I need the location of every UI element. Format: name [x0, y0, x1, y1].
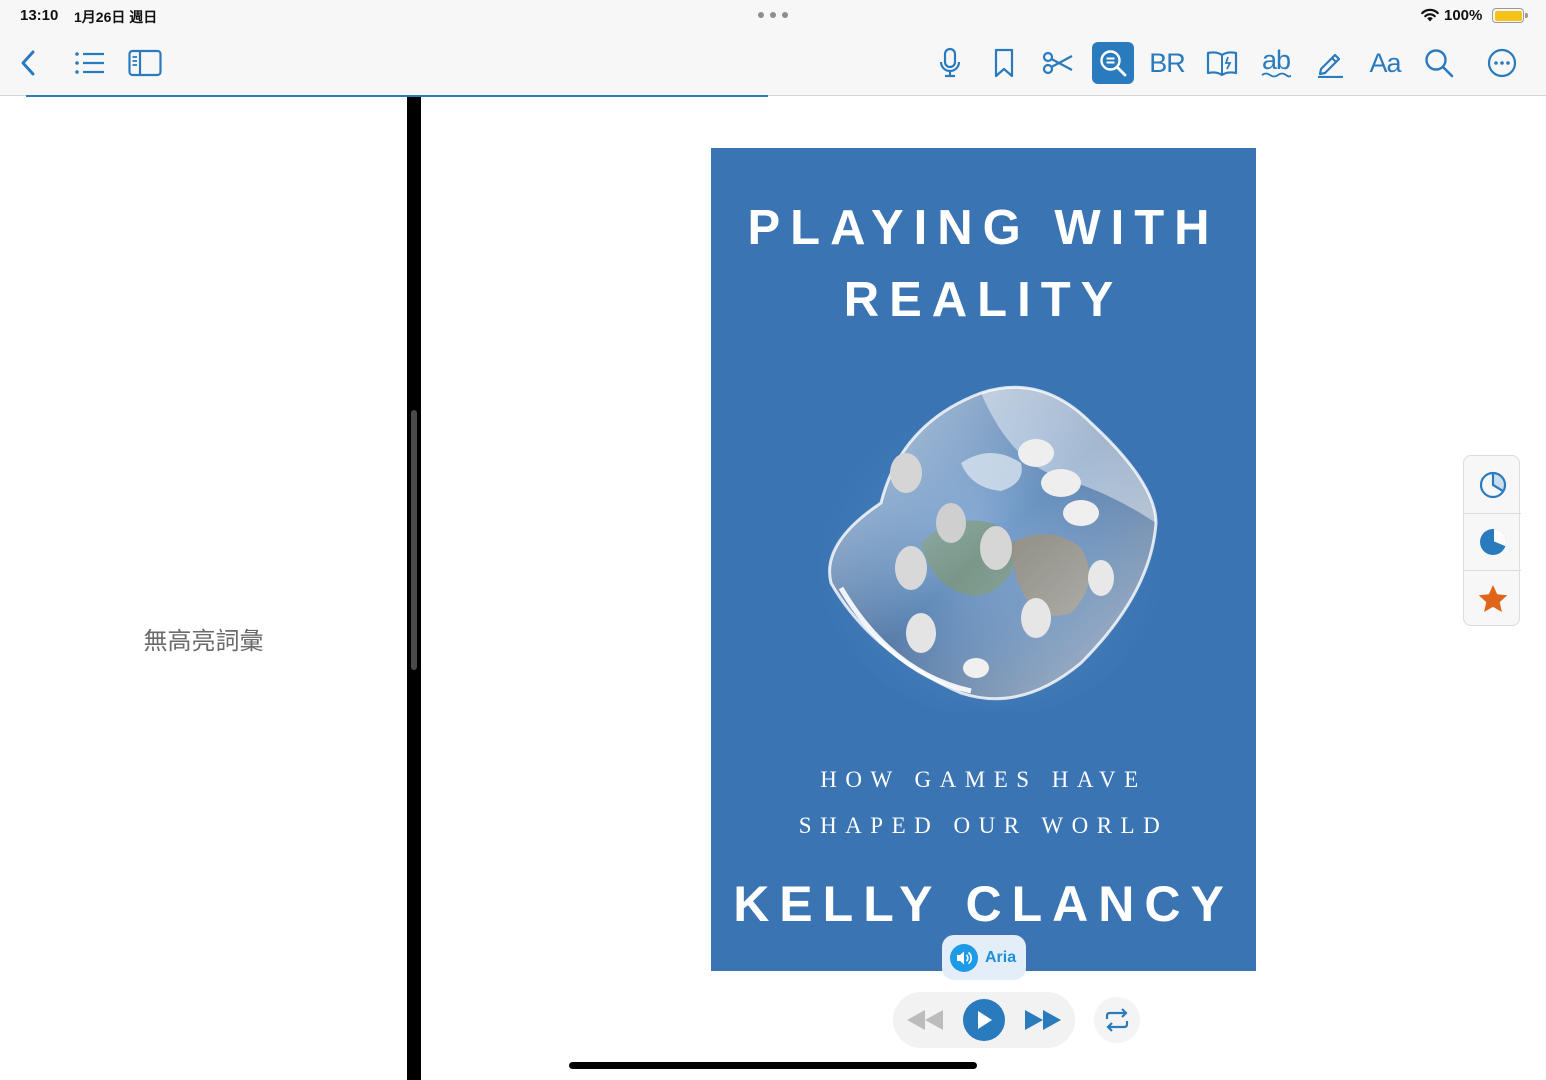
zoom-search-icon: [1100, 50, 1127, 77]
reader-app: 13:10 1月26日 週日 100% BR ab Aa 無高亮詞彙 PLAYI…: [0, 0, 1546, 1080]
book-cover-page[interactable]: PLAYING WITH REALITY HOW GAMES HAVE SHAP…: [711, 148, 1256, 971]
chevron-left-icon: [21, 50, 35, 76]
multitasking-dots-icon[interactable]: [758, 8, 788, 22]
rewind-button[interactable]: [905, 1006, 945, 1039]
book-subtitle-line2: SHAPED OUR WORLD: [798, 813, 1169, 838]
more-icon: [1487, 48, 1517, 78]
font-settings-icon: Aa: [1369, 47, 1401, 78]
highlighter-button[interactable]: [1309, 42, 1351, 84]
fast-forward-button[interactable]: [1023, 1006, 1063, 1039]
pie-chart-filled-icon: [1479, 529, 1506, 555]
search-icon: [1425, 49, 1454, 78]
tts-player-controls: [893, 992, 1075, 1048]
highlighter-icon: [1318, 53, 1343, 78]
back-button[interactable]: [8, 42, 50, 84]
search-button[interactable]: [1418, 42, 1460, 84]
status-time: 13:10: [20, 7, 59, 24]
wifi-icon: [1421, 8, 1439, 22]
tts-voice-button[interactable]: Aria: [942, 935, 1026, 980]
clip-button[interactable]: [1037, 42, 1079, 84]
bionic-reading-button[interactable]: BR: [1146, 42, 1188, 84]
sidebar-icon: [128, 49, 162, 77]
rewind-icon: [907, 1010, 943, 1030]
tts-voice-label: Aria: [985, 948, 1017, 966]
zoom-search-button[interactable]: [1092, 42, 1134, 84]
bionic-reading-icon: BR: [1149, 47, 1186, 78]
book-author: KELLY CLANCY: [733, 876, 1234, 932]
battery-percentage: 100%: [1444, 7, 1483, 24]
list-icon: [75, 52, 104, 74]
highlights-panel: 無高亮詞彙: [0, 97, 407, 1080]
repeat-button[interactable]: [1094, 997, 1140, 1043]
progress-chart-button[interactable]: [1464, 513, 1521, 570]
voice-input-button[interactable]: [929, 42, 971, 84]
book-title-line2: REALITY: [843, 273, 1124, 327]
reading-stats-button[interactable]: [1464, 456, 1521, 513]
empty-highlights-message: 無高亮詞彙: [143, 627, 264, 655]
side-tools-panel: [1463, 455, 1521, 627]
status-date: 1月26日 週日: [74, 9, 158, 25]
sidebar-toggle-button[interactable]: [124, 42, 166, 84]
underline-wave-icon: [1261, 72, 1291, 78]
more-options-button[interactable]: [1481, 42, 1523, 84]
microphone-icon: [939, 47, 961, 78]
reader-toolbar: BR ab Aa: [0, 32, 1546, 96]
translate-button[interactable]: ab: [1255, 42, 1297, 84]
dictionary-button[interactable]: [1201, 42, 1243, 84]
repeat-icon: [1105, 1008, 1129, 1032]
speaker-icon: [950, 943, 978, 972]
star-icon: [1478, 585, 1507, 612]
favorite-button[interactable]: [1464, 570, 1521, 627]
status-bar: 13:10 1月26日 週日 100%: [0, 0, 1546, 32]
scissors-icon: [1042, 51, 1073, 75]
dictionary-icon: [1206, 51, 1238, 77]
play-icon: [978, 1011, 992, 1029]
battery-icon: [1492, 8, 1528, 23]
bookmark-button[interactable]: [983, 42, 1025, 84]
book-subtitle-line1: HOW GAMES HAVE: [820, 767, 1147, 792]
bookmark-icon: [994, 48, 1014, 78]
home-indicator[interactable]: [569, 1062, 977, 1069]
translate-icon: ab: [1261, 45, 1291, 75]
pie-chart-outline-icon: [1479, 471, 1506, 498]
fast-forward-icon: [1025, 1010, 1061, 1030]
table-of-contents-button[interactable]: [69, 42, 111, 84]
play-button[interactable]: [963, 999, 1005, 1041]
book-title-line1: PLAYING WITH: [747, 201, 1220, 255]
dice-globe-illustration: [816, 385, 1166, 713]
split-view-handle[interactable]: [411, 410, 417, 670]
font-settings-button[interactable]: Aa: [1364, 42, 1406, 84]
